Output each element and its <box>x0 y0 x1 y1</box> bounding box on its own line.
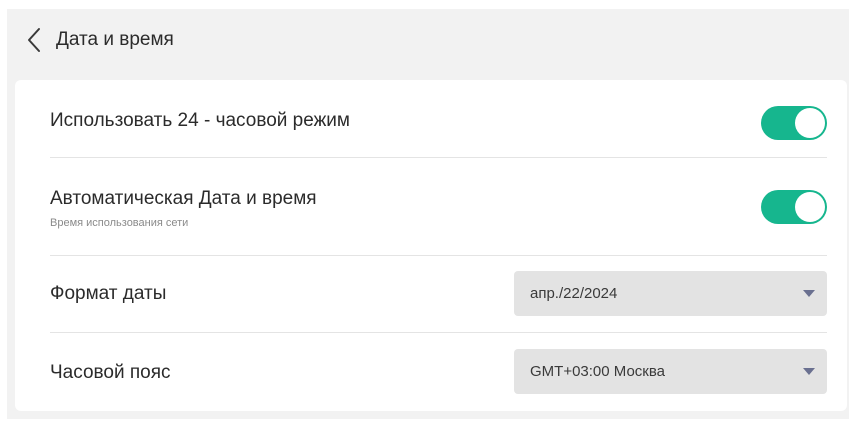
setting-label-auto-datetime: Автоматическая Дата и время <box>50 188 317 209</box>
setting-label-timezone: Часовой пояс <box>50 362 171 383</box>
divider <box>50 157 827 158</box>
setting-row-24h: Использовать 24 - часовой режим <box>50 102 827 142</box>
setting-row-timezone: Часовой пояс GMT+03:00 Москва <box>50 348 827 394</box>
toggle-24h[interactable] <box>761 106 827 140</box>
setting-sublabel-auto-datetime: Время использования сети <box>50 217 189 229</box>
header: Дата и время <box>7 9 849 71</box>
dropdown-arrow-icon <box>803 368 815 375</box>
timezone-value: GMT+03:00 Москва <box>530 363 665 380</box>
date-format-select[interactable]: апр./22/2024 <box>514 271 827 316</box>
page-title: Дата и время <box>56 29 174 50</box>
date-format-value: апр./22/2024 <box>530 285 618 302</box>
settings-screen: Дата и время Использовать 24 - часовой р… <box>7 9 849 419</box>
settings-card: Использовать 24 - часовой режим Автомати… <box>15 80 847 411</box>
chevron-left-icon <box>28 28 40 52</box>
toggle-auto-datetime[interactable] <box>761 190 827 224</box>
dropdown-arrow-icon <box>803 290 815 297</box>
toggle-knob <box>795 108 825 138</box>
toggle-knob <box>795 192 825 222</box>
back-button[interactable] <box>23 26 45 54</box>
setting-label-24h: Использовать 24 - часовой режим <box>50 110 350 131</box>
setting-row-date-format: Формат даты апр./22/2024 <box>50 270 827 316</box>
divider <box>50 255 827 256</box>
divider <box>50 332 827 333</box>
timezone-select[interactable]: GMT+03:00 Москва <box>514 349 827 394</box>
setting-row-auto-datetime: Автоматическая Дата и время Время исполь… <box>50 180 827 230</box>
setting-label-date-format: Формат даты <box>50 283 167 304</box>
